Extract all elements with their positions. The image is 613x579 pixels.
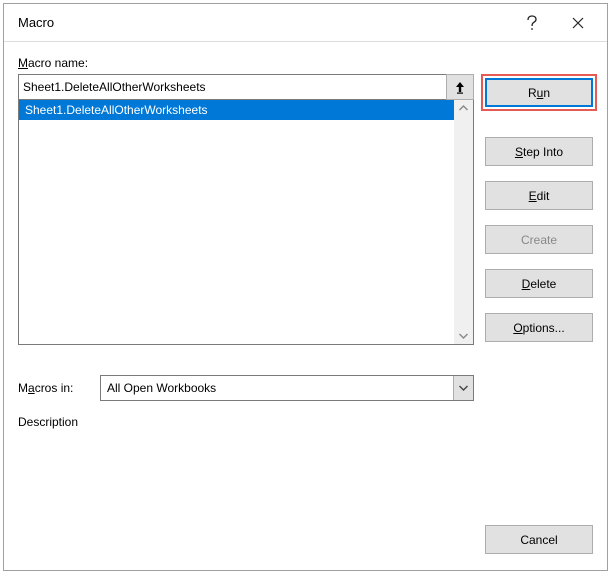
create-button: Create <box>485 225 593 254</box>
macro-name-row <box>18 74 474 100</box>
chevron-up-icon <box>459 105 468 111</box>
macro-name-input[interactable] <box>18 74 447 100</box>
options-button[interactable]: Options... <box>485 313 593 342</box>
macros-in-select[interactable]: All Open Workbooks <box>100 375 474 401</box>
run-button[interactable]: Run <box>485 78 593 107</box>
macro-dialog: Macro Macro name: <box>3 3 608 571</box>
macros-in-label: Macros in: <box>18 381 100 395</box>
dialog-title: Macro <box>18 15 509 30</box>
list-item[interactable]: Sheet1.DeleteAllOtherWorksheets <box>19 100 454 120</box>
titlebar: Macro <box>4 4 607 42</box>
close-icon <box>572 17 584 29</box>
help-icon <box>526 15 538 31</box>
chevron-down-icon <box>459 385 468 391</box>
cancel-button[interactable]: Cancel <box>485 525 593 554</box>
chevron-down-icon <box>459 333 468 339</box>
help-button[interactable] <box>509 8 555 38</box>
up-arrow-icon <box>454 80 466 94</box>
listbox-scrollbar[interactable] <box>454 100 473 344</box>
action-buttons: Run Step Into Edit Create Delete Options… <box>485 78 593 342</box>
go-to-macro-button[interactable] <box>446 74 474 100</box>
dialog-content: Macro name: Sheet1.DeleteAllOtherWorkshe… <box>4 42 607 570</box>
edit-button[interactable]: Edit <box>485 181 593 210</box>
macros-in-dropdown-button[interactable] <box>453 376 473 400</box>
description-label: Description <box>18 415 474 429</box>
run-highlight-box: Run <box>481 74 597 111</box>
delete-button[interactable]: Delete <box>485 269 593 298</box>
macro-listbox-wrap: Sheet1.DeleteAllOtherWorksheets <box>18 99 474 345</box>
cancel-area: Cancel <box>485 525 593 554</box>
main-panel: Macro name: Sheet1.DeleteAllOtherWorkshe… <box>18 56 474 429</box>
step-into-button[interactable]: Step Into <box>485 137 593 166</box>
macros-in-value: All Open Workbooks <box>101 381 453 395</box>
macro-name-label: Macro name: <box>18 56 474 70</box>
macros-in-row: Macros in: All Open Workbooks <box>18 375 474 401</box>
close-button[interactable] <box>555 8 601 38</box>
macro-listbox[interactable]: Sheet1.DeleteAllOtherWorksheets <box>19 100 454 344</box>
scroll-up-button[interactable] <box>459 105 468 111</box>
scroll-down-button[interactable] <box>459 333 468 339</box>
